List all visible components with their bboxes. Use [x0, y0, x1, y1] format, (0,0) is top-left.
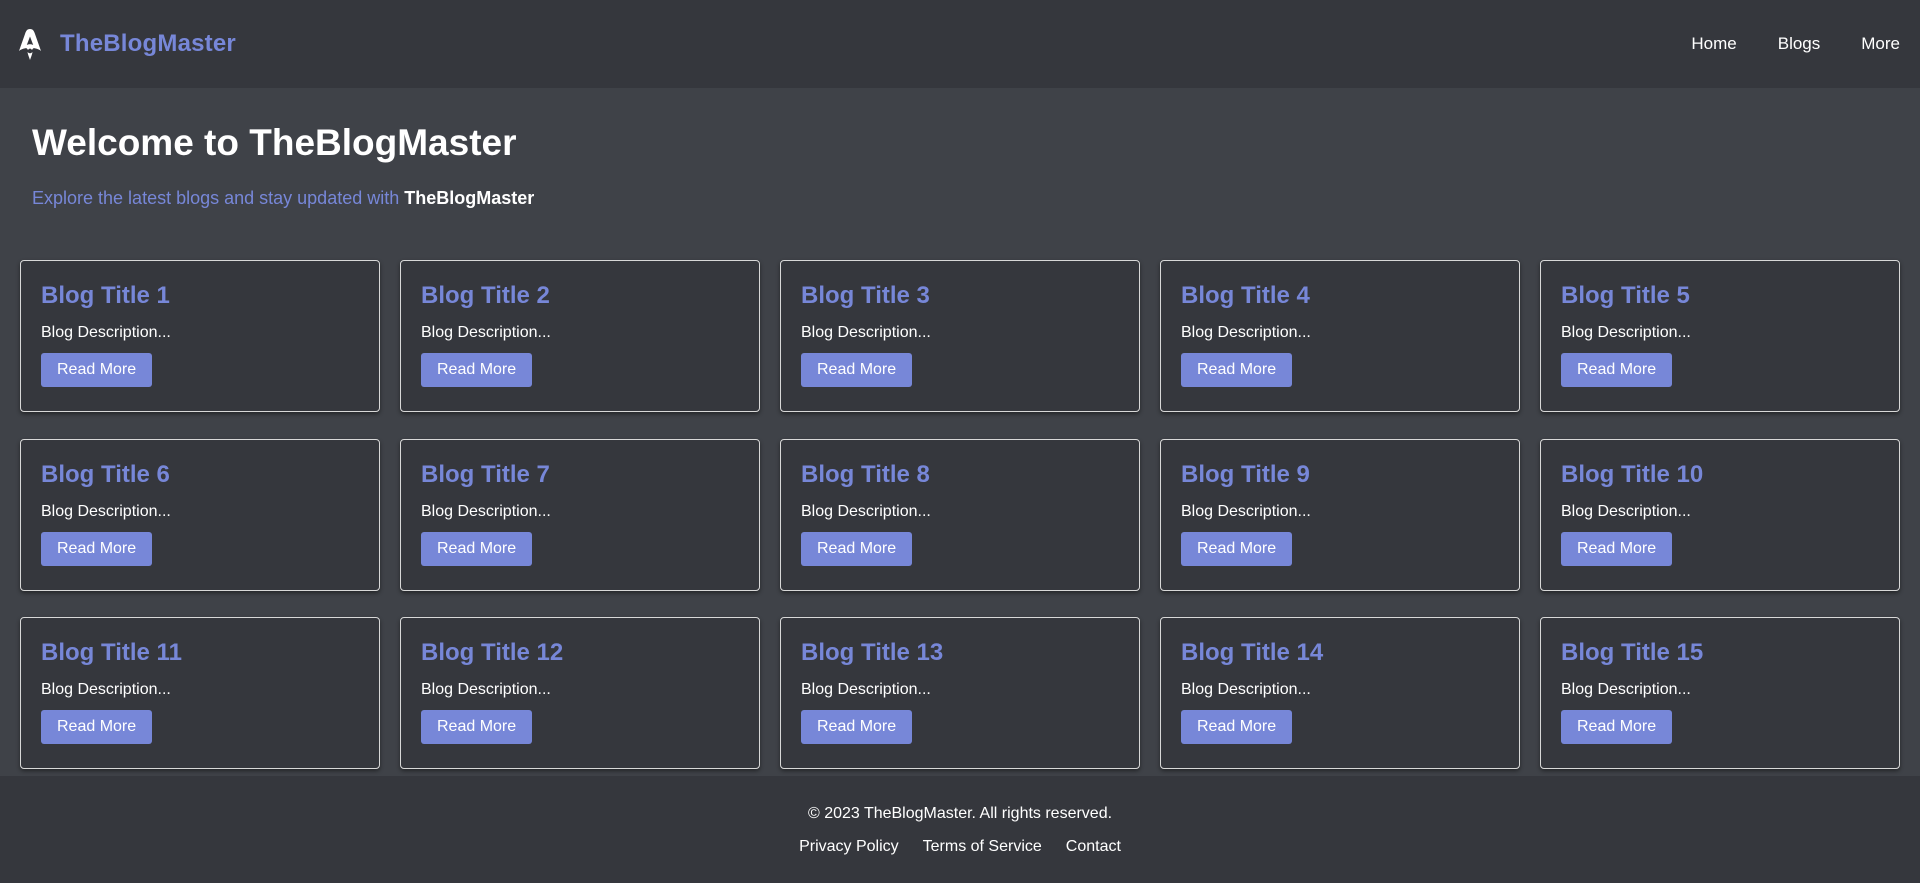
privacy-policy-link[interactable]: Privacy Policy [799, 838, 899, 856]
hero-section: Welcome to TheBlogMaster Explore the lat… [0, 88, 1920, 260]
nav-more-link[interactable]: More [1861, 34, 1900, 54]
brand-link[interactable]: TheBlogMaster [16, 27, 236, 61]
read-more-button[interactable]: Read More [1181, 531, 1293, 566]
blog-card-title: Blog Title 7 [421, 460, 550, 488]
blog-card: Blog Title 1 Blog Description... Read More [20, 260, 380, 412]
blog-grid: Blog Title 1 Blog Description... Read More… [0, 260, 1920, 776]
blog-card-title: Blog Title 5 [1561, 282, 1690, 309]
nav-home-link[interactable]: Home [1691, 34, 1736, 54]
blog-card-title: Blog Title 4 [1181, 282, 1310, 309]
read-more-button[interactable]: Read More [1561, 710, 1673, 745]
blog-card-description: Blog Description... [421, 681, 551, 699]
blog-card: Blog Title 12 Blog Description... Read Mor… [400, 617, 760, 770]
nav-blogs-link[interactable]: Blogs [1778, 34, 1821, 54]
blog-card: Blog Title 6 Blog Description... Read More [20, 438, 380, 591]
blog-card-description: Blog Description... [1561, 324, 1691, 341]
brand-name: TheBlogMaster [60, 30, 236, 57]
blog-card-description: Blog Description... [801, 502, 931, 520]
blog-card-title: Blog Title 6 [41, 460, 170, 488]
blog-card-description: Blog Description... [41, 502, 171, 520]
main-nav: Home Blogs More [1650, 34, 1900, 54]
blog-card-title: Blog Title 1 [41, 282, 170, 309]
blog-card-description: Blog Description... [801, 324, 931, 341]
footer-links: Privacy Policy Terms of Service Contact [0, 838, 1920, 856]
blog-card-description: Blog Description... [41, 324, 171, 341]
page-title: Welcome to TheBlogMaster [32, 122, 517, 163]
blog-card: Blog Title 15 Blog Description... Read Mor… [1540, 617, 1900, 770]
blog-card: Blog Title 9 Blog Description... Read More [1160, 438, 1520, 591]
read-more-button[interactable]: Read More [41, 531, 153, 566]
read-more-button[interactable]: Read More [801, 353, 913, 387]
read-more-button[interactable]: Read More [421, 531, 533, 566]
blog-card-description: Blog Description... [1561, 681, 1691, 699]
read-more-button[interactable]: Read More [421, 353, 533, 387]
blog-card: Blog Title 5 Blog Description... Read More [1540, 260, 1900, 412]
blog-card-title: Blog Title 11 [41, 639, 182, 667]
read-more-button[interactable]: Read More [41, 710, 153, 745]
read-more-button[interactable]: Read More [1181, 353, 1293, 387]
blog-card-description: Blog Description... [1181, 681, 1311, 699]
blog-card-title: Blog Title 9 [1181, 460, 1310, 488]
blog-card: Blog Title 2 Blog Description... Read More [400, 260, 760, 412]
blog-card: Blog Title 11 Blog Description... Read Mor… [20, 617, 380, 770]
hero-subtitle: Explore the latest blogs and stay update… [32, 188, 1888, 209]
blog-card-title: Blog Title 15 [1561, 639, 1704, 667]
read-more-button[interactable]: Read More [1561, 353, 1673, 387]
blog-card-description: Blog Description... [421, 502, 551, 520]
hero-subtitle-brand: TheBlogMaster [404, 188, 535, 208]
blog-card-title: Blog Title 8 [801, 460, 930, 488]
blog-card-title: Blog Title 13 [801, 639, 944, 667]
blog-card-description: Blog Description... [801, 681, 931, 699]
blog-card-title: Blog Title 14 [1181, 639, 1324, 667]
blog-card-title: Blog Title 3 [801, 282, 930, 309]
blog-card-title: Blog Title 10 [1561, 460, 1704, 488]
read-more-button[interactable]: Read More [1181, 710, 1293, 745]
contact-link[interactable]: Contact [1066, 838, 1121, 856]
blog-card-title: Blog Title 12 [421, 639, 564, 667]
blog-card-description: Blog Description... [1181, 502, 1311, 520]
read-more-button[interactable]: Read More [41, 353, 153, 387]
terms-of-service-link[interactable]: Terms of Service [923, 838, 1042, 856]
blog-card: Blog Title 13 Blog Description... Read Mor… [780, 617, 1140, 770]
copyright-text: © 2023 TheBlogMaster. All rights reserve… [807, 805, 1113, 822]
read-more-button[interactable]: Read More [801, 531, 913, 566]
blog-card-title: Blog Title 2 [421, 282, 550, 309]
read-more-button[interactable]: Read More [421, 710, 533, 745]
read-more-button[interactable]: Read More [801, 710, 913, 745]
blog-card: Blog Title 14 Blog Description... Read Mor… [1160, 617, 1520, 770]
page-footer: © 2023 TheBlogMaster. All rights reserve… [0, 776, 1920, 883]
blog-card: Blog Title 3 Blog Description... Read More [780, 260, 1140, 412]
blog-card-description: Blog Description... [41, 681, 171, 699]
blog-card: Blog Title 8 Blog Description... Read More [780, 438, 1140, 591]
hero-subtitle-text: Explore the latest blogs and stay update… [32, 188, 400, 208]
read-more-button[interactable]: Read More [1561, 531, 1673, 566]
blog-card-description: Blog Description... [1181, 324, 1311, 341]
blog-card: Blog Title 7 Blog Description... Read More [400, 438, 760, 591]
rocket-logo-icon [16, 27, 44, 61]
blog-card-description: Blog Description... [1561, 502, 1691, 520]
blog-card: Blog Title 4 Blog Description... Read More [1160, 260, 1520, 412]
blog-card: Blog Title 10 Blog Description... Read Mor… [1540, 438, 1900, 591]
top-navbar: TheBlogMaster Home Blogs More [0, 0, 1920, 88]
blog-card-description: Blog Description... [421, 324, 551, 341]
